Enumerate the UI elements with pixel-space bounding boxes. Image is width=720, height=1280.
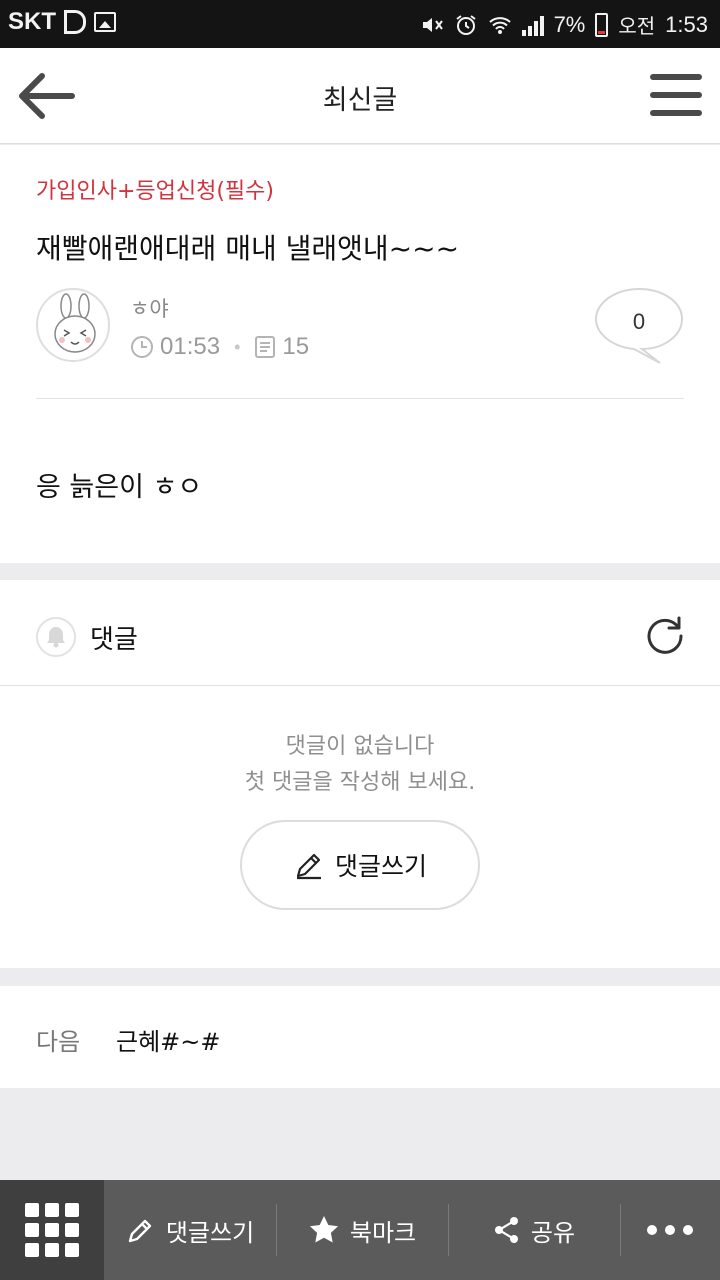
toolbar-share-label: 공유 [530,1218,576,1247]
wifi-icon [488,16,511,34]
toolbar-write-label: 댓글쓰기 [165,1218,255,1247]
post-body: 응 늙은이 ㅎㅇ [36,472,203,503]
carrier-logo-icon [64,10,86,34]
clock-icon [131,336,153,358]
toolbar-share-button[interactable]: 공유 [448,1180,620,1280]
grid-icon [25,1203,79,1257]
alarm-icon [455,14,476,35]
post-time: 01:53 [160,333,221,360]
post-meta: 01:53 • 15 [130,333,309,361]
pencil-icon [128,1219,152,1243]
pencil-icon [296,853,321,880]
clock-ampm: 오전 [618,14,656,38]
clock-time: 1:53 [665,11,708,37]
refresh-button[interactable] [644,614,686,656]
post-category[interactable]: 가입인사+등업신청(필수) [36,173,274,205]
views-icon [255,336,276,358]
post-card: 가입인사+등업신청(필수) 재빨애랜애대래 매내 낼래앳내~~~ ㅎ야 01:5… [0,145,720,563]
signal-icon [521,14,544,36]
next-post-row[interactable]: 다음 근혜#~# [0,986,720,1088]
image-notification-icon [94,12,116,32]
empty-comments-hint: 첫 댓글을 작성해 보세요. [244,770,476,795]
mute-icon [422,17,443,32]
notification-bell-button[interactable] [36,617,76,657]
next-label: 다음 [36,1028,81,1056]
share-icon [494,1217,518,1243]
app-header: 최신글 [0,48,720,144]
more-dots-icon [647,1225,657,1235]
divider [36,398,684,399]
bottom-toolbar: 댓글쓰기 북마크 공유 [0,1180,720,1280]
comments-section: 댓글 댓글이 없습니다 첫 댓글을 작성해 보세요. 댓글쓰기 [0,580,720,968]
next-post-title[interactable]: 근혜#~# [116,1022,221,1057]
toolbar-bookmark-button[interactable]: 북마크 [276,1180,448,1280]
refresh-icon [647,616,683,654]
bell-icon [47,627,65,648]
write-comment-label: 댓글쓰기 [334,852,427,881]
status-bar: SKT 7% 오전 1:53 [0,0,720,48]
comments-label: 댓글 [90,625,138,655]
toolbar-bookmark-label: 북마크 [349,1218,417,1247]
app-grid-button[interactable] [0,1180,104,1280]
star-icon [309,1216,338,1243]
page-title: 최신글 [322,85,398,116]
rabbit-avatar-icon [54,293,96,353]
empty-comments-message: 댓글이 없습니다 [285,734,435,759]
avatar[interactable] [36,288,110,362]
comment-count: 0 [632,309,646,334]
menu-icon [650,74,702,80]
comment-count-button[interactable]: 0 [594,287,684,367]
post-title: 재빨애랜애대래 매내 낼래앳내~~~ [36,232,460,265]
carrier-label: SKT [8,8,56,35]
battery-percent: 7% [553,11,586,37]
post-views: 15 [282,333,310,360]
toolbar-write-comment-button[interactable]: 댓글쓰기 [104,1180,276,1280]
comments-header: 댓글 [0,580,720,686]
post-author[interactable]: ㅎ야 [130,293,169,323]
menu-button[interactable] [650,74,702,118]
more-options-button[interactable] [620,1180,720,1280]
write-comment-button[interactable]: 댓글쓰기 [240,820,480,910]
battery-icon [595,12,609,37]
